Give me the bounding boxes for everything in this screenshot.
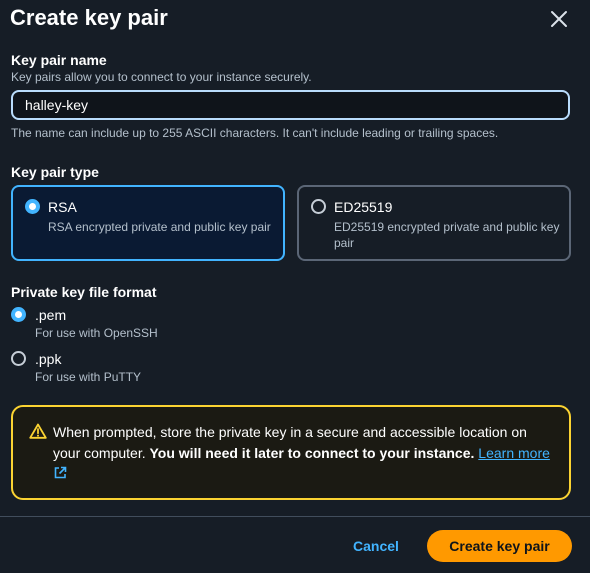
key-pair-type-label: Key pair type xyxy=(11,164,99,180)
alert-message: When prompted, store the private key in … xyxy=(53,422,553,485)
external-link-icon xyxy=(54,466,67,479)
ed25519-option-title: ED25519 xyxy=(334,199,393,215)
rsa-radio[interactable] xyxy=(25,199,40,214)
alert-bold-text: You will need it later to connect to you… xyxy=(149,445,475,461)
warning-icon xyxy=(29,423,47,439)
ppk-radio[interactable] xyxy=(11,351,26,366)
pem-option-description: For use with OpenSSH xyxy=(35,326,158,340)
rsa-option-description: RSA encrypted private and public key pai… xyxy=(48,220,271,234)
key-pair-name-input[interactable] xyxy=(11,90,570,120)
key-pair-name-constraint: The name can include up to 255 ASCII cha… xyxy=(11,126,499,140)
ed25519-option-description: ED25519 encrypted private and public key… xyxy=(334,220,560,250)
pem-radio[interactable] xyxy=(11,307,26,322)
footer-divider xyxy=(0,516,590,517)
key-pair-name-description: Key pairs allow you to connect to your i… xyxy=(11,70,312,84)
dialog-title: Create key pair xyxy=(10,5,168,30)
close-button[interactable] xyxy=(547,7,571,31)
learn-more-label: Learn more xyxy=(478,445,550,461)
warning-alert: When prompted, store the private key in … xyxy=(11,405,571,500)
pem-option-title[interactable]: .pem xyxy=(35,307,66,323)
key-pair-name-label: Key pair name xyxy=(11,52,107,68)
close-icon xyxy=(551,11,567,27)
ed25519-radio[interactable] xyxy=(311,199,326,214)
create-key-pair-button[interactable]: Create key pair xyxy=(427,530,572,562)
create-key-pair-modal: Create key pair Key pair name Key pairs … xyxy=(0,0,590,573)
rsa-option-title: RSA xyxy=(48,199,77,215)
ppk-option-title[interactable]: .ppk xyxy=(35,351,61,367)
key-type-option-ed25519[interactable]: ED25519 ED25519 encrypted private and pu… xyxy=(297,185,571,261)
file-format-label: Private key file format xyxy=(11,284,157,300)
key-type-option-rsa[interactable]: RSA RSA encrypted private and public key… xyxy=(11,185,285,261)
ppk-option-description: For use with PuTTY xyxy=(35,370,142,384)
cancel-button[interactable]: Cancel xyxy=(346,531,406,561)
